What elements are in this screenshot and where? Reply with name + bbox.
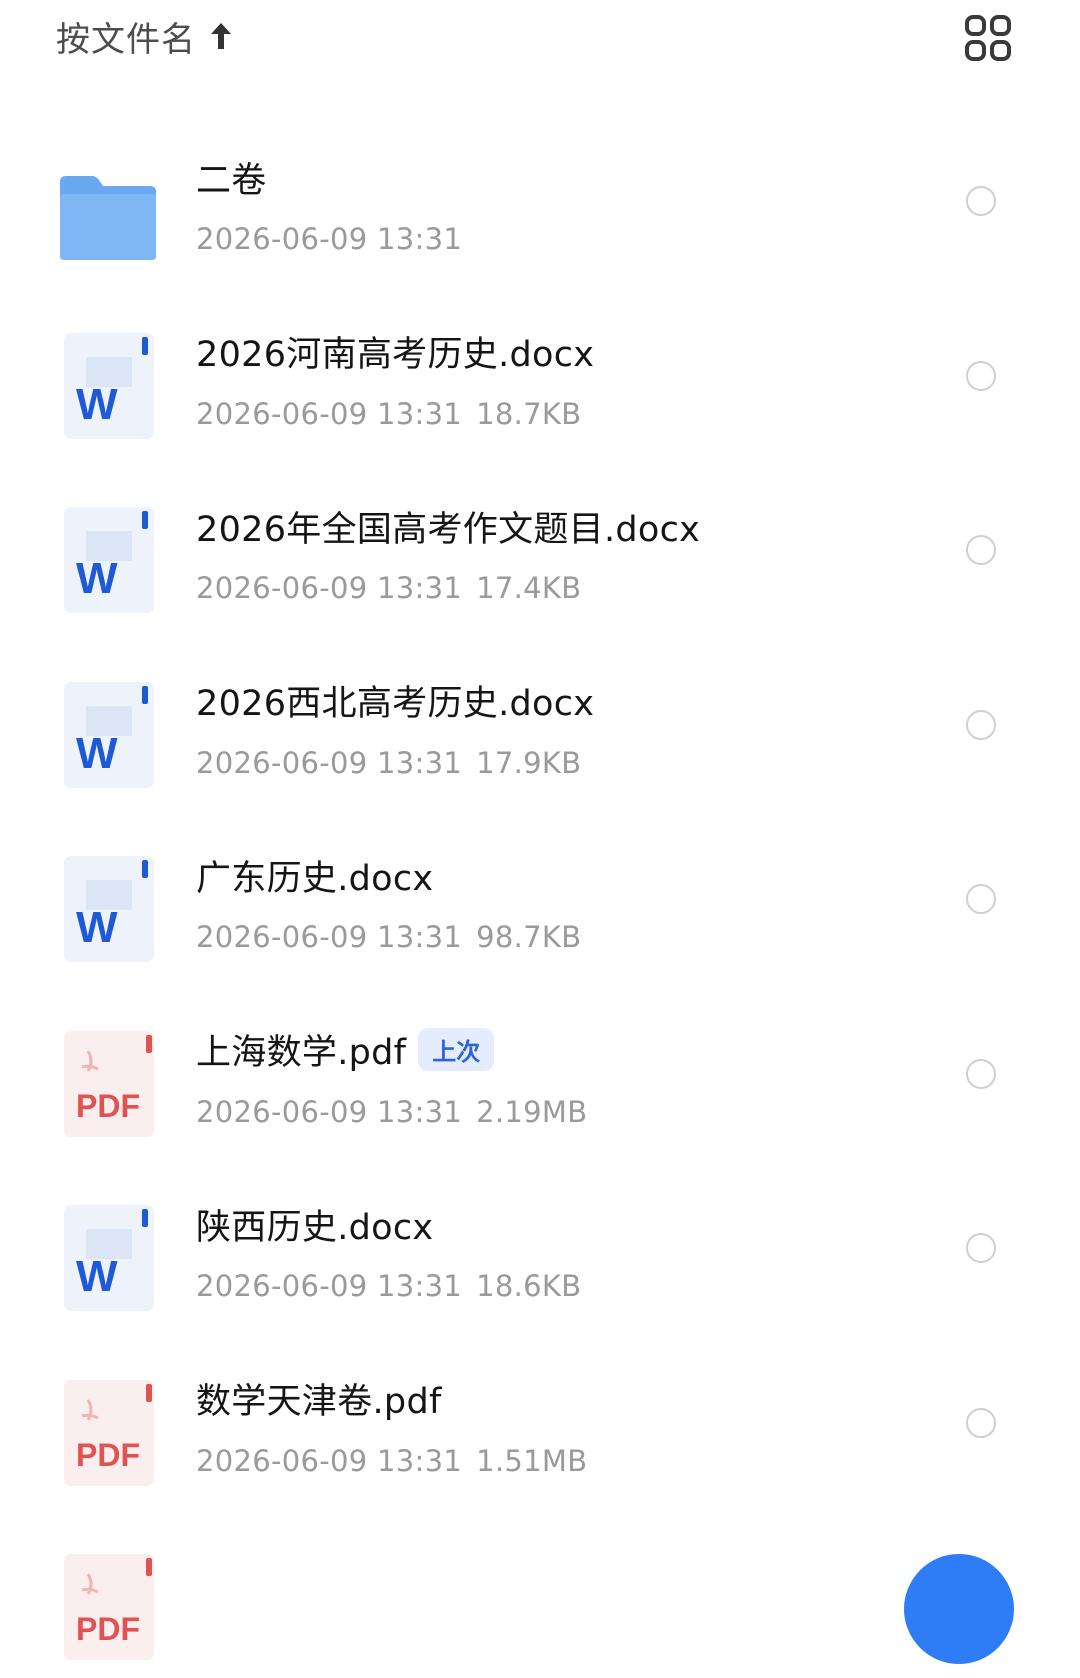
word-letter: W <box>76 554 118 603</box>
pdf-document-icon: PDF <box>64 1554 154 1660</box>
file-name: 二卷 <box>196 160 267 201</box>
file-name: 2026年全国高考作文题目.docx <box>196 509 701 550</box>
file-meta: 2026-06-09 13:31 17.9KB <box>196 746 581 780</box>
file-name: 上海数学.pdf <box>196 1033 407 1073</box>
file-name: 广东历史.docx <box>196 858 434 899</box>
file-name-line: 数学天津卷.pdf <box>196 1374 442 1424</box>
file-size: 17.9KB <box>476 745 582 780</box>
select-radio[interactable] <box>966 709 996 740</box>
pdf-label: PDF <box>76 1088 140 1124</box>
pdf-document-icon: PDF <box>64 1379 154 1486</box>
file-meta <box>196 1618 210 1652</box>
select-radio[interactable] <box>966 1233 996 1263</box>
word-letter: W <box>76 380 118 429</box>
pdf-label: PDF <box>76 1437 140 1473</box>
select-radio[interactable] <box>966 884 996 914</box>
folder-icon <box>60 176 156 260</box>
select-radio[interactable] <box>966 535 996 565</box>
file-date: 2026-06-09 13:31 <box>196 396 463 431</box>
file-name: 2026河南高考历史.docx <box>196 335 595 375</box>
file-date: 2026-06-09 13:31 <box>196 1443 463 1478</box>
last-opened-badge: 上次 <box>418 1028 495 1071</box>
file-meta: 2026-06-09 13:31 2.19MB <box>196 1095 587 1129</box>
word-document-icon: W <box>64 507 154 613</box>
file-name-line: 广东历史.docx <box>196 850 433 900</box>
word-document-icon: W <box>64 332 154 439</box>
file-name-line: 2026河南高考历史.docx <box>196 327 594 377</box>
file-row[interactable]: W 2026河南高考历史.docx 2026-06-09 13:31 18.7KB <box>0 307 1080 457</box>
file-meta: 2026-06-09 13:31 98.7KB <box>196 920 581 954</box>
file-date: 2026-06-09 13:31 <box>196 920 463 954</box>
word-document-icon: W <box>64 1205 154 1311</box>
file-size: 98.7KB <box>476 920 582 954</box>
select-radio[interactable] <box>966 186 996 216</box>
file-name: 数学天津卷.pdf <box>196 1382 442 1422</box>
arrow-up-icon <box>211 23 231 49</box>
pdf-document-icon: PDF <box>64 1030 154 1137</box>
file-size: 18.6KB <box>476 1269 582 1303</box>
file-name-line: 上海数学.pdf 上次 <box>196 1025 495 1075</box>
word-letter: W <box>76 1252 118 1301</box>
word-letter: W <box>76 903 118 952</box>
file-date: 2026-06-09 13:31 <box>196 222 463 256</box>
file-row[interactable]: PDF 上海数学.pdf 上次 2026-06-09 13:31 2.19MB <box>0 1005 1080 1155</box>
file-size: 2.19MB <box>476 1094 588 1129</box>
add-icon[interactable] <box>904 1554 1014 1664</box>
top-bar: 按文件名 <box>0 0 1080 90</box>
word-document-icon: W <box>64 681 154 788</box>
file-meta: 2026-06-09 13:31 18.6KB <box>196 1269 581 1303</box>
file-name-line: 2026西北高考历史.docx <box>196 676 594 726</box>
file-size: 1.51MB <box>476 1443 588 1478</box>
select-radio[interactable] <box>966 1058 996 1089</box>
select-radio[interactable] <box>966 360 996 391</box>
file-date: 2026-06-09 13:31 <box>196 571 463 605</box>
file-meta: 2026-06-09 13:31 17.4KB <box>196 571 581 605</box>
file-name-line: 2026年全国高考作文题目.docx <box>196 501 700 551</box>
file-row[interactable]: W 陕西历史.docx 2026-06-09 13:31 18.6KB <box>0 1179 1080 1329</box>
word-document-icon: W <box>64 856 154 962</box>
file-meta: 2026-06-09 13:31 18.7KB <box>196 397 581 431</box>
folder-row[interactable]: 二卷 2026-06-09 13:31 <box>0 132 1080 282</box>
file-meta: 2026-06-09 13:31 1.51MB <box>196 1444 587 1478</box>
word-letter: W <box>76 729 118 778</box>
file-row[interactable]: W 2026西北高考历史.docx 2026-06-09 13:31 17.9KB <box>0 656 1080 806</box>
file-meta: 2026-06-09 13:31 <box>196 222 476 256</box>
file-name-line: 陕西历史.docx <box>196 1199 433 1249</box>
file-row[interactable]: W 广东历史.docx 2026-06-09 13:31 98.7KB <box>0 830 1080 980</box>
file-date: 2026-06-09 13:31 <box>196 1094 463 1129</box>
file-row[interactable]: W 2026年全国高考作文题目.docx 2026-06-09 13:31 17.4K… <box>0 481 1080 631</box>
file-row[interactable]: PDF 数学天津卷.pdf 2026-06-09 13:31 1.51MB <box>0 1354 1080 1504</box>
select-radio[interactable] <box>966 1407 996 1438</box>
file-name-line: 二卷 <box>196 152 267 202</box>
file-name: 2026西北高考历史.docx <box>196 684 595 724</box>
file-name: 陕西历史.docx <box>196 1207 434 1248</box>
sort-label: 按文件名 <box>56 19 196 60</box>
sort-by-name-button[interactable]: 按文件名 <box>56 14 234 60</box>
file-date: 2026-06-09 13:31 <box>196 745 463 780</box>
file-size: 17.4KB <box>476 571 582 605</box>
grid-view-icon[interactable] <box>964 14 1012 62</box>
file-size: 18.7KB <box>476 396 582 431</box>
pdf-label: PDF <box>76 1611 140 1647</box>
file-date: 2026-06-09 13:31 <box>196 1269 463 1303</box>
